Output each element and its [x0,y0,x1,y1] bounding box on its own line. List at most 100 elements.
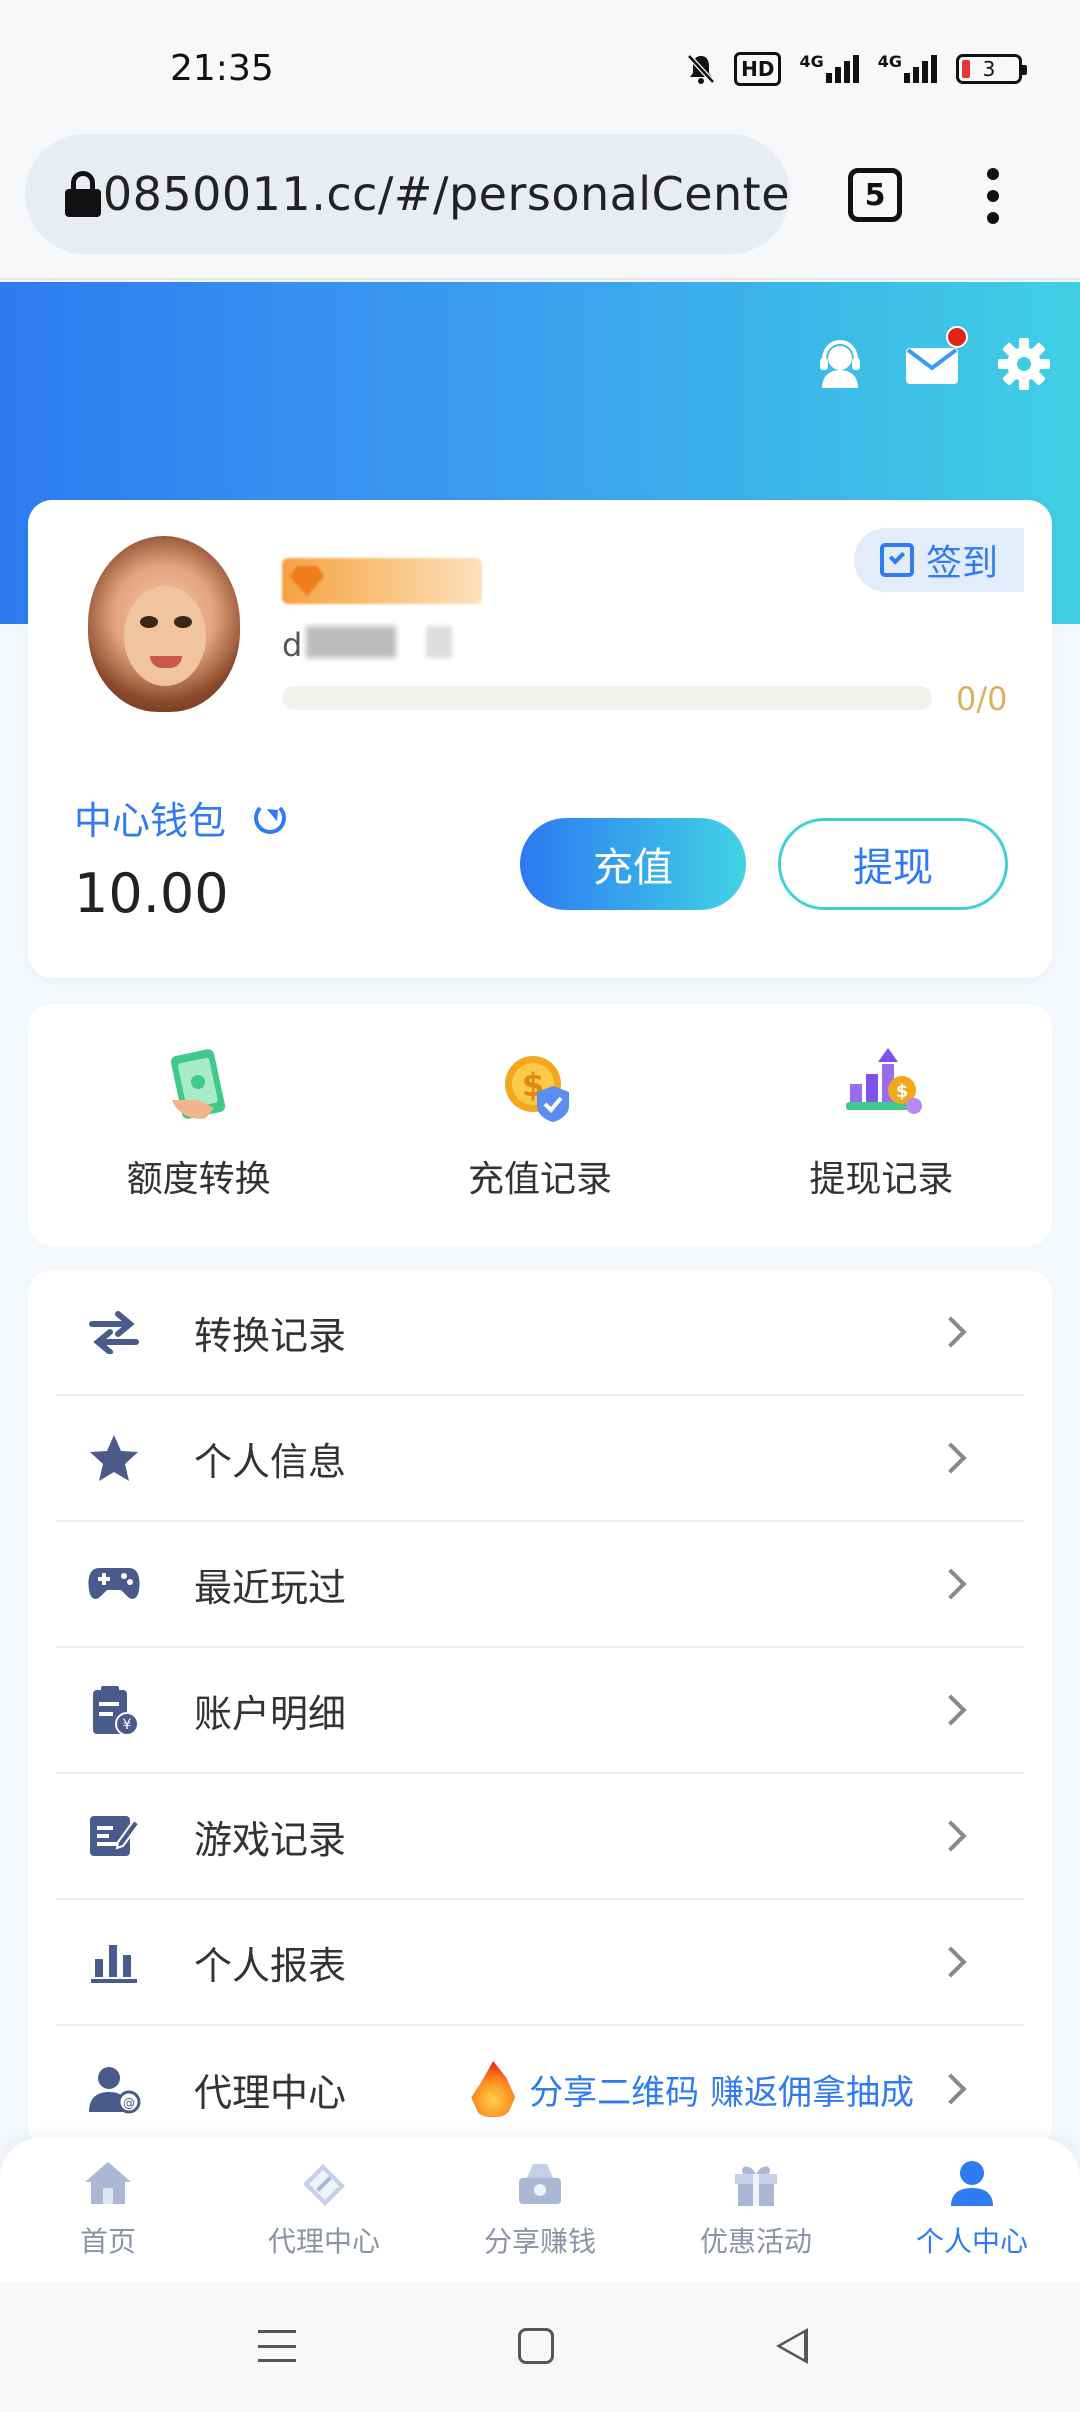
nav-label: 代理中心 [267,2225,380,2258]
address-bar[interactable]: 0850011.cc/#/personalCente [25,134,790,254]
chevron-right-icon [935,1820,967,1852]
recharge-button[interactable]: 充值 [520,818,746,910]
nav-agent[interactable]: 代理中心 [216,2138,432,2282]
menu-item-label: 个人信息 [194,1439,347,1484]
settings-icon[interactable] [994,334,1054,394]
signin-button[interactable]: 签到 [854,528,1024,592]
browser-toolbar: 0850011.cc/#/personalCente 5 [0,130,1080,280]
vip-badge [282,558,482,604]
fire-icon [471,2061,516,2117]
user-icon [951,2161,993,2206]
star-icon [86,1430,142,1486]
vip-progress-text: 0/0 [956,680,1008,718]
hd-voice-icon: HD [734,52,782,86]
url-text: 0850011.cc/#/personalCente [102,167,790,221]
quick-action-withdraw-record[interactable]: $ 提现记录 [711,1004,1052,1246]
menu-item-label: 个人报表 [194,1943,347,1988]
nav-home[interactable]: 首页 [0,2138,216,2282]
nav-label: 首页 [79,2225,136,2258]
home-icon [85,2162,131,2204]
username: d [282,626,303,664]
menu-item-agent-center[interactable]: @ 代理中心 分享二维码 赚返佣拿抽成 [56,2026,1024,2150]
menu-item-label: 转换记录 [194,1313,347,1358]
menu-item-personal-report[interactable]: 个人报表 [56,1900,1024,2026]
quick-action-transfer[interactable]: 额度转换 [28,1004,369,1246]
recharge-coin-icon: $ [495,1042,585,1132]
bell-muted-icon [686,52,716,86]
wallet-label: 中心钱包 [74,799,227,843]
wallet-header: 中心钱包 [74,790,287,845]
agent-icon [303,2164,345,2206]
chevron-right-icon [935,1694,967,1726]
nav-label: 分享赚钱 [483,2225,596,2258]
chevron-right-icon [935,1442,967,1474]
username-redacted [306,626,396,658]
agent-promo[interactable]: 分享二维码 赚返佣拿抽成 [471,2061,914,2117]
header-actions [810,326,1054,394]
diamond-icon [290,566,324,596]
customer-service-icon[interactable] [810,334,870,394]
nav-label: 优惠活动 [699,2225,812,2258]
transfer-cash-icon [154,1042,244,1132]
menu-item-transfer-record[interactable]: 转换记录 [56,1270,1024,1396]
signal-icon-2: 4G [878,52,938,86]
profile-card: d 0/0 签到 中心钱包 10.00 充值 提现 [28,500,1052,978]
agent-promo-text: 分享二维码 赚返佣拿抽成 [529,2072,914,2113]
chevron-right-icon [935,2073,967,2105]
lock-icon [65,171,101,217]
menu-list: 转换记录 个人信息 最近玩过 ¥ 账户明细 游戏记录 个人报表 @ 代理中心 分… [28,1270,1052,2150]
share-money-icon [519,2164,561,2204]
menu-item-game-record[interactable]: 游戏记录 [56,1774,1024,1900]
chevron-right-icon [935,1568,967,1600]
nav-personal-center[interactable]: 个人中心 [864,2138,1080,2282]
chevron-right-icon [935,1946,967,1978]
nav-label: 个人中心 [915,2225,1028,2258]
quick-action-label: 提现记录 [809,1159,954,1200]
calendar-check-icon [879,543,914,577]
recent-apps-icon[interactable] [258,2330,296,2362]
wallet-balance: 10.00 [74,862,229,925]
browser-menu-icon[interactable] [986,168,1000,224]
avatar[interactable] [88,536,240,712]
menu-item-account-details[interactable]: ¥ 账户明细 [56,1648,1024,1774]
bottom-nav: 首页 代理中心 分享赚钱 优惠活动 个人中心 [0,2138,1080,2282]
menu-item-personal-info[interactable]: 个人信息 [56,1396,1024,1522]
edit-note-icon [86,1808,142,1864]
gamepad-icon [86,1556,142,1612]
svg-text:$: $ [896,1081,909,1102]
nav-promotions[interactable]: 优惠活动 [648,2138,864,2282]
network-type-1: 4G [799,52,824,71]
svg-text:¥: ¥ [123,1717,132,1733]
home-button-icon[interactable] [518,2328,554,2364]
quick-action-recharge-record[interactable]: $ 充值记录 [369,1004,710,1246]
swap-arrows-icon [86,1304,142,1360]
mail-icon[interactable] [902,326,968,394]
vip-progress-bar [282,686,932,710]
menu-item-label: 最近玩过 [194,1565,347,1610]
unread-dot [946,326,968,348]
username-redacted-2 [426,626,452,658]
back-icon[interactable] [776,2328,808,2364]
menu-item-label: 游戏记录 [194,1817,347,1862]
quick-action-label: 充值记录 [467,1159,612,1200]
status-time: 21:35 [170,48,274,89]
nav-share[interactable]: 分享赚钱 [432,2138,648,2282]
bar-chart-icon [86,1934,142,1990]
system-nav-bar [0,2282,1080,2412]
gift-icon [735,2166,777,2206]
refresh-icon[interactable] [254,801,287,834]
withdraw-button[interactable]: 提现 [778,818,1008,910]
network-type-2: 4G [877,52,902,71]
clipboard-yen-icon: ¥ [86,1682,142,1738]
signal-icon-1: 4G [799,52,859,86]
withdraw-growth-icon: $ [836,1042,926,1132]
status-bar: 21:35 HD 4G 4G 3 [0,0,1080,130]
signin-label: 签到 [925,543,998,584]
svg-text:@: @ [123,2096,135,2110]
status-icons: HD 4G 4G 3 [686,52,1027,86]
agent-person-icon: @ [86,2061,142,2117]
chevron-right-icon [935,1316,967,1348]
tab-switcher-button[interactable]: 5 [848,168,902,222]
menu-item-label: 代理中心 [194,2070,347,2115]
menu-item-recently-played[interactable]: 最近玩过 [56,1522,1024,1648]
